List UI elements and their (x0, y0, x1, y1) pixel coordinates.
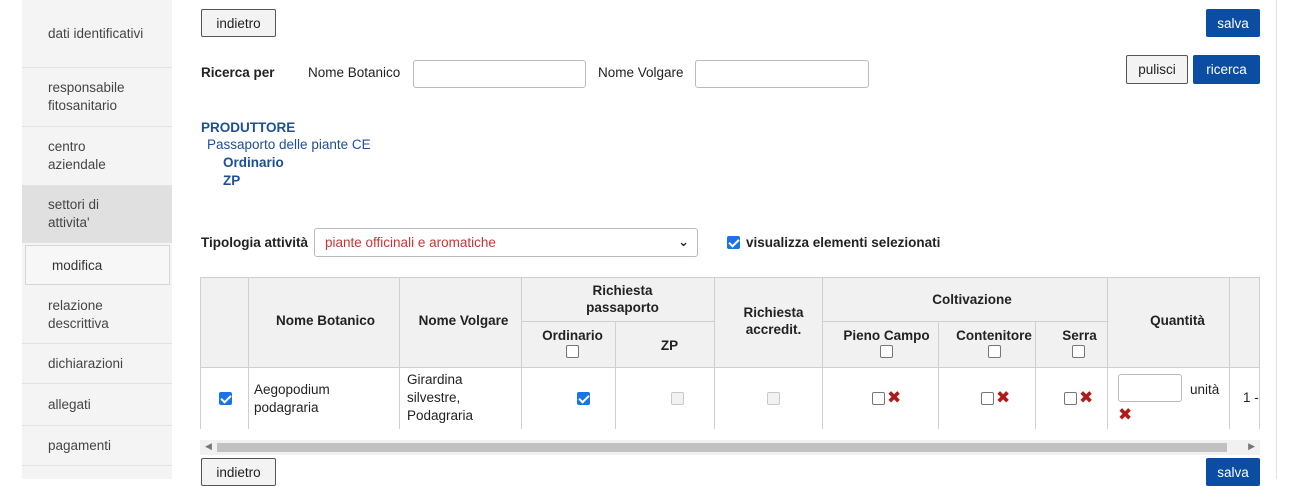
row-zp-checkbox (671, 392, 684, 405)
row-common-name: Girardina silvestre, Podagraria (407, 372, 474, 423)
tree-root-produttore[interactable]: PRODUTTORE (201, 119, 295, 137)
open-field-header-text: Pieno Campo (843, 328, 930, 343)
save-button-top[interactable]: salva (1206, 9, 1260, 37)
activity-type-label: Tipologia attività (201, 235, 309, 250)
sidebar-item-label: allegati (48, 396, 91, 412)
row-quantity-input[interactable] (1118, 374, 1182, 402)
common-name-input[interactable] (695, 60, 869, 88)
activity-type-select[interactable]: piante officinali e aromatiche ⌄ (314, 228, 698, 257)
sidebar-item-label: modifica (52, 257, 103, 273)
botanical-name-input[interactable] (413, 60, 586, 88)
open-field-select-all-checkbox[interactable] (880, 345, 893, 358)
zp-header-text: ZP (660, 338, 679, 353)
delete-icon[interactable]: ✖ (996, 389, 1010, 406)
delete-icon[interactable]: ✖ (1079, 389, 1093, 406)
scroll-right-icon[interactable]: ▶ (1248, 441, 1255, 452)
sidebar-item-dati-identificativi[interactable]: dati identificativi (22, 0, 172, 68)
botanical-name-label: Nome Botanico (308, 65, 401, 80)
sidebar-item-dichiarazioni[interactable]: dichiarazioni (22, 344, 172, 384)
sidebar-item-centro-aziendale[interactable]: centro aziendale (22, 127, 172, 186)
back-button-top[interactable]: indietro (201, 9, 276, 37)
sidebar-subitem-modifica[interactable]: modifica (25, 245, 170, 285)
sidebar-item-responsabile-fitosanitario[interactable]: responsabile fitosanitario (22, 68, 172, 127)
chevron-down-icon: ⌄ (678, 234, 689, 249)
row-open-field-checkbox[interactable] (872, 392, 885, 405)
accredit-header-text: Richiesta accredit. (743, 305, 804, 337)
sidebar-item-label: pagamenti (48, 437, 112, 453)
row-extra-text: 1 - (1243, 390, 1259, 405)
scroll-left-icon[interactable]: ◀ (205, 441, 212, 452)
sidebar: dati identificativi responsabile fitosan… (22, 0, 172, 479)
row-botanical-name: Aegopodium podagraria (254, 382, 330, 415)
sidebar-item-pagamenti[interactable]: pagamenti (22, 426, 172, 466)
container-select-all-checkbox[interactable] (988, 345, 1001, 358)
quantity-header-text: Quantità (1150, 313, 1205, 328)
row-accredit-checkbox (767, 392, 780, 405)
ordinary-select-all-checkbox[interactable] (566, 345, 579, 358)
cultivation-header-text: Coltivazione (932, 292, 1012, 307)
select-column-header (200, 277, 249, 368)
common-name-label: Nome Volgare (598, 65, 684, 80)
row-quantity-unit: unità (1190, 382, 1220, 397)
search-button[interactable]: ricerca (1193, 55, 1260, 84)
row-greenhouse-checkbox[interactable] (1064, 392, 1077, 405)
sidebar-item-settori-di-attivita[interactable]: settori di attivita' (22, 186, 172, 243)
show-selected-label: visualizza elementi selezionati (746, 235, 941, 250)
sidebar-item-label: responsabile fitosanitario (48, 80, 125, 113)
row-select-checkbox[interactable] (219, 392, 232, 405)
tree-leaf-ordinario[interactable]: Ordinario (223, 154, 284, 172)
save-button-bottom[interactable]: salva (1206, 458, 1260, 486)
scrollbar-thumb[interactable] (217, 443, 1227, 452)
common-name-header-text: Nome Volgare (418, 313, 509, 328)
sidebar-item-label: centro aziendale (48, 139, 106, 172)
botanical-name-header-text: Nome Botanico (275, 313, 375, 328)
greenhouse-select-all-checkbox[interactable] (1072, 345, 1085, 358)
ordinary-header-text: Ordinario (542, 328, 603, 343)
sidebar-item-label: settori di attivita' (48, 197, 100, 230)
sidebar-item-allegati[interactable]: allegati (22, 384, 172, 426)
row-container-checkbox[interactable] (981, 392, 994, 405)
sidebar-item-label: dichiarazioni (48, 355, 124, 371)
delete-icon[interactable]: ✖ (1118, 406, 1132, 423)
sidebar-item-relazione-descrittiva[interactable]: relazione descrittiva (22, 287, 172, 344)
passport-header-text: Richiesta passaporto (586, 283, 659, 315)
container-header-text: Contenitore (956, 328, 1032, 343)
row-ordinary-cell (521, 367, 617, 429)
row-ordinary-checkbox[interactable] (577, 392, 590, 405)
tree-node-passaporto[interactable]: Passaporto delle piante CE (207, 136, 371, 154)
tree-leaf-zp[interactable]: ZP (223, 172, 240, 190)
delete-icon[interactable]: ✖ (887, 389, 901, 406)
page-right-border (1276, 0, 1296, 479)
search-title: Ricerca per (201, 65, 275, 80)
greenhouse-header-text: Serra (1062, 328, 1097, 343)
table-horizontal-scrollbar[interactable]: ◀ ▶ (200, 440, 1260, 455)
back-button-bottom[interactable]: indietro (201, 458, 276, 486)
activity-type-selected: piante officinali e aromatiche (325, 235, 496, 250)
species-table: Nome Botanico Nome Volgare Richiesta pas… (200, 277, 1260, 429)
row-zp-cell (615, 367, 715, 429)
sidebar-item-label: relazione descrittiva (48, 298, 109, 331)
sidebar-item-label: dati identificativi (48, 25, 144, 41)
clear-button[interactable]: pulisci (1126, 55, 1188, 84)
show-selected-checkbox[interactable] (727, 236, 740, 249)
